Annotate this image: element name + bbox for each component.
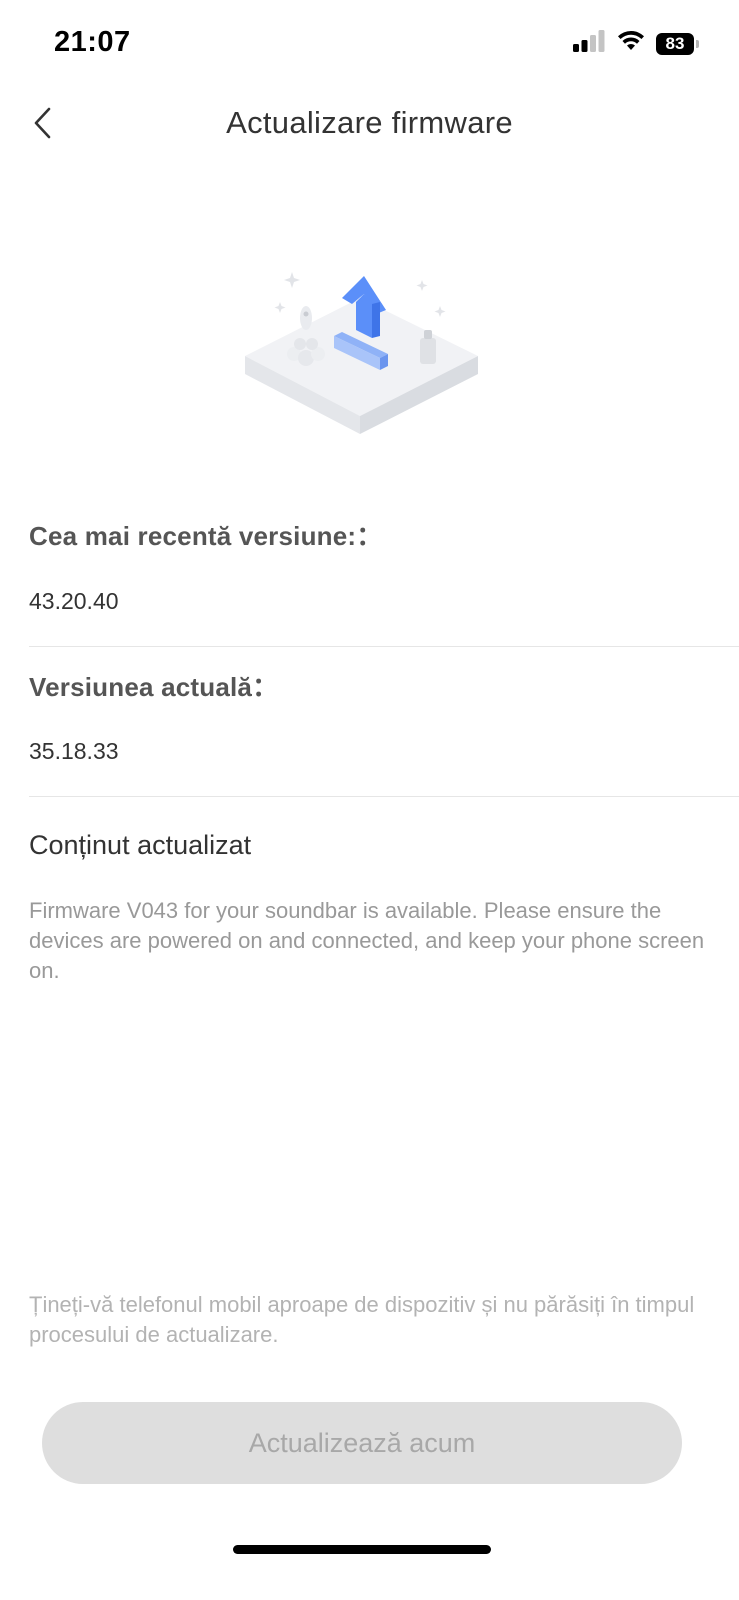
current-version-value: 35.18.33: [29, 738, 119, 764]
proximity-notice: Țineți-vă telefonul mobil aproape de dis…: [29, 1292, 695, 1347]
divider: [29, 796, 739, 797]
firmware-upload-icon: [230, 258, 500, 448]
update-content-body: Firmware V043 for your soundbar is avail…: [29, 898, 705, 983]
home-indicator[interactable]: [233, 1545, 491, 1554]
latest-version-section: Cea mai recentă versiune:：: [29, 516, 739, 553]
latest-version-label: Cea mai recentă versiune:：: [29, 521, 383, 551]
status-time: 21:07: [54, 26, 131, 58]
status-icons: 83: [572, 30, 699, 57]
wifi-icon: [616, 30, 646, 57]
cellular-signal-icon: [572, 30, 606, 57]
divider: [29, 646, 739, 647]
update-content-title: Conținut actualizat: [29, 830, 252, 860]
header: Actualizare firmware: [0, 95, 739, 155]
status-bar: 21:07 83: [0, 0, 739, 90]
battery-icon: 83: [656, 32, 699, 55]
battery-level: 83: [656, 32, 694, 55]
current-version-section: Versiunea actuală：: [29, 667, 739, 704]
update-now-button[interactable]: Actualizează acum: [42, 1402, 682, 1484]
page-title: Actualizare firmware: [226, 105, 513, 140]
current-version-label: Versiunea actuală：: [29, 672, 279, 702]
latest-version-value: 43.20.40: [29, 588, 119, 614]
